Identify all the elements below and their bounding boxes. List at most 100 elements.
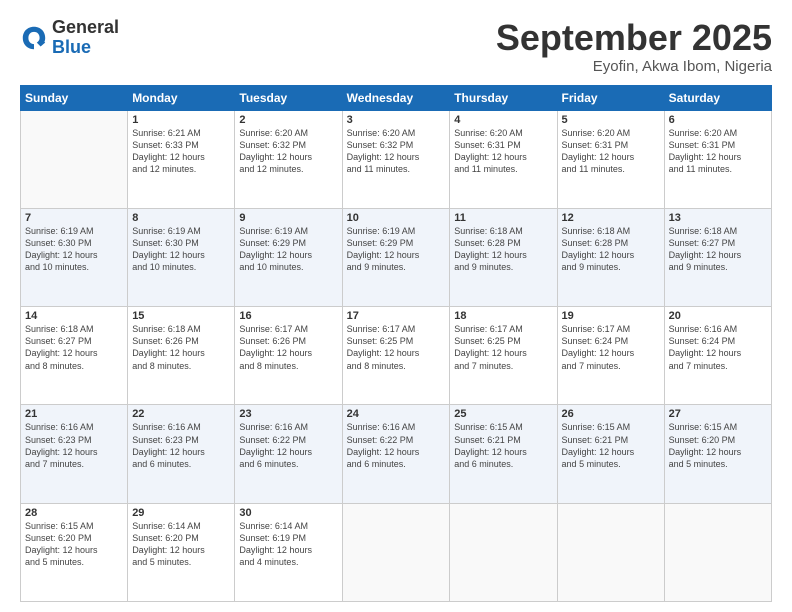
day-number: 20 bbox=[669, 310, 767, 322]
day-info: Sunrise: 6:15 AMSunset: 6:20 PMDaylight:… bbox=[25, 520, 123, 569]
calendar: Sunday Monday Tuesday Wednesday Thursday… bbox=[20, 85, 772, 602]
day-info: Sunrise: 6:19 AMSunset: 6:29 PMDaylight:… bbox=[347, 225, 446, 274]
calendar-cell: 4Sunrise: 6:20 AMSunset: 6:31 PMDaylight… bbox=[450, 110, 557, 208]
day-info: Sunrise: 6:20 AMSunset: 6:31 PMDaylight:… bbox=[669, 127, 767, 176]
calendar-cell: 9Sunrise: 6:19 AMSunset: 6:29 PMDaylight… bbox=[235, 208, 342, 306]
day-number: 26 bbox=[562, 408, 660, 420]
day-number: 25 bbox=[454, 408, 552, 420]
calendar-cell bbox=[557, 503, 664, 601]
calendar-cell: 30Sunrise: 6:14 AMSunset: 6:19 PMDayligh… bbox=[235, 503, 342, 601]
day-info: Sunrise: 6:19 AMSunset: 6:30 PMDaylight:… bbox=[132, 225, 230, 274]
calendar-cell bbox=[21, 110, 128, 208]
day-number: 19 bbox=[562, 310, 660, 322]
month-title: September 2025 bbox=[496, 18, 772, 58]
day-number: 7 bbox=[25, 212, 123, 224]
day-number: 23 bbox=[239, 408, 337, 420]
day-number: 16 bbox=[239, 310, 337, 322]
logo-text: General Blue bbox=[52, 18, 119, 58]
day-number: 10 bbox=[347, 212, 446, 224]
day-number: 12 bbox=[562, 212, 660, 224]
calendar-cell: 16Sunrise: 6:17 AMSunset: 6:26 PMDayligh… bbox=[235, 307, 342, 405]
calendar-cell: 12Sunrise: 6:18 AMSunset: 6:28 PMDayligh… bbox=[557, 208, 664, 306]
calendar-week-2: 14Sunrise: 6:18 AMSunset: 6:27 PMDayligh… bbox=[21, 307, 772, 405]
day-info: Sunrise: 6:19 AMSunset: 6:29 PMDaylight:… bbox=[239, 225, 337, 274]
header-monday: Monday bbox=[128, 85, 235, 110]
calendar-week-3: 21Sunrise: 6:16 AMSunset: 6:23 PMDayligh… bbox=[21, 405, 772, 503]
day-info: Sunrise: 6:20 AMSunset: 6:31 PMDaylight:… bbox=[454, 127, 552, 176]
calendar-cell: 29Sunrise: 6:14 AMSunset: 6:20 PMDayligh… bbox=[128, 503, 235, 601]
header-saturday: Saturday bbox=[664, 85, 771, 110]
calendar-cell: 18Sunrise: 6:17 AMSunset: 6:25 PMDayligh… bbox=[450, 307, 557, 405]
title-block: September 2025 Eyofin, Akwa Ibom, Nigeri… bbox=[496, 18, 772, 75]
calendar-week-4: 28Sunrise: 6:15 AMSunset: 6:20 PMDayligh… bbox=[21, 503, 772, 601]
calendar-cell: 17Sunrise: 6:17 AMSunset: 6:25 PMDayligh… bbox=[342, 307, 450, 405]
calendar-cell: 27Sunrise: 6:15 AMSunset: 6:20 PMDayligh… bbox=[664, 405, 771, 503]
day-info: Sunrise: 6:15 AMSunset: 6:21 PMDaylight:… bbox=[562, 421, 660, 470]
calendar-cell: 20Sunrise: 6:16 AMSunset: 6:24 PMDayligh… bbox=[664, 307, 771, 405]
day-info: Sunrise: 6:16 AMSunset: 6:23 PMDaylight:… bbox=[132, 421, 230, 470]
header-thursday: Thursday bbox=[450, 85, 557, 110]
calendar-cell: 15Sunrise: 6:18 AMSunset: 6:26 PMDayligh… bbox=[128, 307, 235, 405]
calendar-week-0: 1Sunrise: 6:21 AMSunset: 6:33 PMDaylight… bbox=[21, 110, 772, 208]
day-number: 14 bbox=[25, 310, 123, 322]
day-number: 17 bbox=[347, 310, 446, 322]
page: General Blue September 2025 Eyofin, Akwa… bbox=[0, 0, 792, 612]
day-number: 29 bbox=[132, 507, 230, 519]
calendar-cell: 10Sunrise: 6:19 AMSunset: 6:29 PMDayligh… bbox=[342, 208, 450, 306]
day-number: 1 bbox=[132, 114, 230, 126]
day-info: Sunrise: 6:19 AMSunset: 6:30 PMDaylight:… bbox=[25, 225, 123, 274]
day-number: 22 bbox=[132, 408, 230, 420]
calendar-cell: 8Sunrise: 6:19 AMSunset: 6:30 PMDaylight… bbox=[128, 208, 235, 306]
header-sunday: Sunday bbox=[21, 85, 128, 110]
day-number: 24 bbox=[347, 408, 446, 420]
day-number: 5 bbox=[562, 114, 660, 126]
header-wednesday: Wednesday bbox=[342, 85, 450, 110]
logo: General Blue bbox=[20, 18, 119, 58]
calendar-cell bbox=[342, 503, 450, 601]
day-info: Sunrise: 6:18 AMSunset: 6:28 PMDaylight:… bbox=[562, 225, 660, 274]
day-info: Sunrise: 6:18 AMSunset: 6:27 PMDaylight:… bbox=[669, 225, 767, 274]
calendar-cell: 13Sunrise: 6:18 AMSunset: 6:27 PMDayligh… bbox=[664, 208, 771, 306]
day-number: 28 bbox=[25, 507, 123, 519]
calendar-cell: 24Sunrise: 6:16 AMSunset: 6:22 PMDayligh… bbox=[342, 405, 450, 503]
day-number: 27 bbox=[669, 408, 767, 420]
calendar-cell: 25Sunrise: 6:15 AMSunset: 6:21 PMDayligh… bbox=[450, 405, 557, 503]
day-info: Sunrise: 6:21 AMSunset: 6:33 PMDaylight:… bbox=[132, 127, 230, 176]
subtitle: Eyofin, Akwa Ibom, Nigeria bbox=[496, 58, 772, 75]
logo-general: General bbox=[52, 18, 119, 38]
day-info: Sunrise: 6:20 AMSunset: 6:32 PMDaylight:… bbox=[347, 127, 446, 176]
calendar-cell: 1Sunrise: 6:21 AMSunset: 6:33 PMDaylight… bbox=[128, 110, 235, 208]
day-info: Sunrise: 6:16 AMSunset: 6:22 PMDaylight:… bbox=[239, 421, 337, 470]
calendar-cell: 2Sunrise: 6:20 AMSunset: 6:32 PMDaylight… bbox=[235, 110, 342, 208]
day-info: Sunrise: 6:15 AMSunset: 6:21 PMDaylight:… bbox=[454, 421, 552, 470]
calendar-header-row: Sunday Monday Tuesday Wednesday Thursday… bbox=[21, 85, 772, 110]
header: General Blue September 2025 Eyofin, Akwa… bbox=[20, 18, 772, 75]
calendar-cell bbox=[664, 503, 771, 601]
day-number: 3 bbox=[347, 114, 446, 126]
calendar-cell: 22Sunrise: 6:16 AMSunset: 6:23 PMDayligh… bbox=[128, 405, 235, 503]
day-number: 13 bbox=[669, 212, 767, 224]
day-info: Sunrise: 6:20 AMSunset: 6:31 PMDaylight:… bbox=[562, 127, 660, 176]
day-info: Sunrise: 6:18 AMSunset: 6:27 PMDaylight:… bbox=[25, 323, 123, 372]
day-number: 4 bbox=[454, 114, 552, 126]
calendar-cell: 7Sunrise: 6:19 AMSunset: 6:30 PMDaylight… bbox=[21, 208, 128, 306]
day-info: Sunrise: 6:14 AMSunset: 6:19 PMDaylight:… bbox=[239, 520, 337, 569]
calendar-cell: 28Sunrise: 6:15 AMSunset: 6:20 PMDayligh… bbox=[21, 503, 128, 601]
day-info: Sunrise: 6:15 AMSunset: 6:20 PMDaylight:… bbox=[669, 421, 767, 470]
day-info: Sunrise: 6:16 AMSunset: 6:23 PMDaylight:… bbox=[25, 421, 123, 470]
calendar-cell: 19Sunrise: 6:17 AMSunset: 6:24 PMDayligh… bbox=[557, 307, 664, 405]
day-info: Sunrise: 6:17 AMSunset: 6:25 PMDaylight:… bbox=[454, 323, 552, 372]
day-info: Sunrise: 6:17 AMSunset: 6:26 PMDaylight:… bbox=[239, 323, 337, 372]
day-info: Sunrise: 6:17 AMSunset: 6:25 PMDaylight:… bbox=[347, 323, 446, 372]
calendar-cell: 11Sunrise: 6:18 AMSunset: 6:28 PMDayligh… bbox=[450, 208, 557, 306]
calendar-cell: 21Sunrise: 6:16 AMSunset: 6:23 PMDayligh… bbox=[21, 405, 128, 503]
day-info: Sunrise: 6:14 AMSunset: 6:20 PMDaylight:… bbox=[132, 520, 230, 569]
calendar-cell: 5Sunrise: 6:20 AMSunset: 6:31 PMDaylight… bbox=[557, 110, 664, 208]
day-number: 11 bbox=[454, 212, 552, 224]
day-number: 9 bbox=[239, 212, 337, 224]
calendar-cell: 14Sunrise: 6:18 AMSunset: 6:27 PMDayligh… bbox=[21, 307, 128, 405]
calendar-cell: 6Sunrise: 6:20 AMSunset: 6:31 PMDaylight… bbox=[664, 110, 771, 208]
calendar-cell: 26Sunrise: 6:15 AMSunset: 6:21 PMDayligh… bbox=[557, 405, 664, 503]
calendar-cell: 23Sunrise: 6:16 AMSunset: 6:22 PMDayligh… bbox=[235, 405, 342, 503]
day-number: 8 bbox=[132, 212, 230, 224]
